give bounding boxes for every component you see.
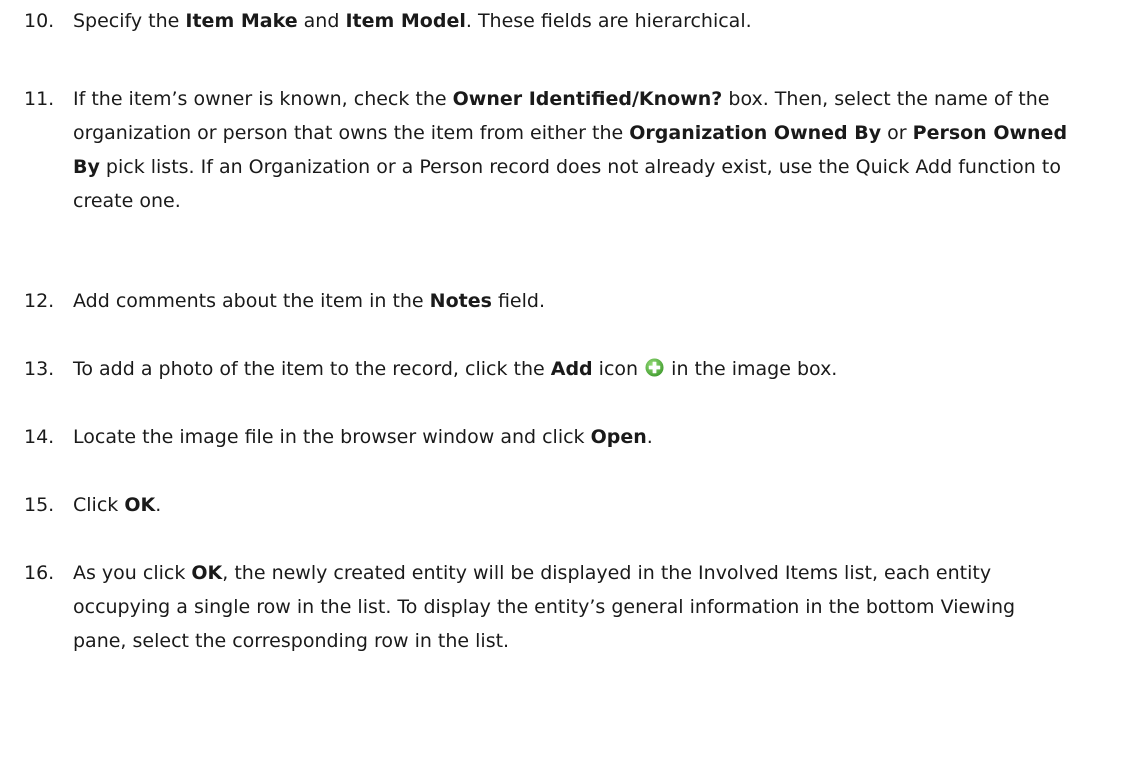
button-name-ok: OK — [191, 562, 223, 584]
text-run: Locate the image file in the browser win… — [73, 426, 591, 448]
field-name-item-make: Item Make — [185, 10, 298, 32]
text-run: If the item’s owner is known, check the — [73, 88, 453, 110]
step-text: To add a photo of the item to the record… — [73, 352, 1073, 386]
text-run: or — [881, 122, 913, 144]
step-text: Add comments about the item in the Notes… — [73, 284, 1073, 318]
step-13: 13. To add a photo of the item to the re… — [0, 352, 1130, 386]
text-run: To add a photo of the item to the record… — [73, 358, 551, 380]
step-16: 16. As you click OK, the newly created e… — [0, 556, 1130, 658]
text-run: As you click — [73, 562, 192, 584]
text-run: . — [155, 494, 162, 516]
button-name-add: Add — [550, 358, 593, 380]
text-run: field. — [491, 290, 545, 312]
field-name-organization-owned-by: Organization Owned By — [629, 122, 882, 144]
text-run: icon — [592, 358, 645, 380]
field-name-owner-identified: Owner Identified/Known? — [452, 88, 723, 110]
text-run: Click — [73, 494, 125, 516]
field-name-item-model: Item Model — [345, 10, 466, 32]
text-run: and — [297, 10, 346, 32]
text-run: in the image box. — [665, 358, 838, 380]
step-15: 15. Click OK. — [0, 488, 1130, 522]
text-run: Add comments about the item in the — [73, 290, 430, 312]
step-number: 15. — [24, 494, 55, 516]
step-10: 10. Specify the Item Make and Item Model… — [0, 4, 1130, 38]
step-text: Specify the Item Make and Item Model. Th… — [73, 4, 1073, 38]
step-number: 10. — [24, 10, 55, 32]
text-run: Specify the — [73, 10, 186, 32]
add-icon — [645, 358, 664, 377]
step-text: Locate the image file in the browser win… — [73, 420, 1073, 454]
text-run: . These fields are hierarchical. — [465, 10, 752, 32]
step-12: 12. Add comments about the item in the N… — [0, 284, 1130, 318]
step-14: 14. Locate the image file in the browser… — [0, 420, 1130, 454]
step-number: 13. — [24, 358, 55, 380]
step-number: 16. — [24, 562, 55, 584]
step-11: 11. If the item’s owner is known, check … — [0, 82, 1130, 218]
step-number: 14. — [24, 426, 55, 448]
step-number: 11. — [24, 88, 55, 110]
button-name-open: Open — [590, 426, 647, 448]
instruction-document: 10. Specify the Item Make and Item Model… — [0, 0, 1130, 759]
text-run: pick lists. If an Organization or a Pers… — [73, 156, 1061, 212]
text-run: . — [646, 426, 653, 448]
step-number: 12. — [24, 290, 55, 312]
field-name-notes: Notes — [429, 290, 492, 312]
button-name-ok: OK — [124, 494, 156, 516]
step-text: If the item’s owner is known, check the … — [73, 82, 1073, 218]
step-text: As you click OK, the newly created entit… — [73, 556, 1073, 658]
step-text: Click OK. — [73, 488, 1073, 522]
